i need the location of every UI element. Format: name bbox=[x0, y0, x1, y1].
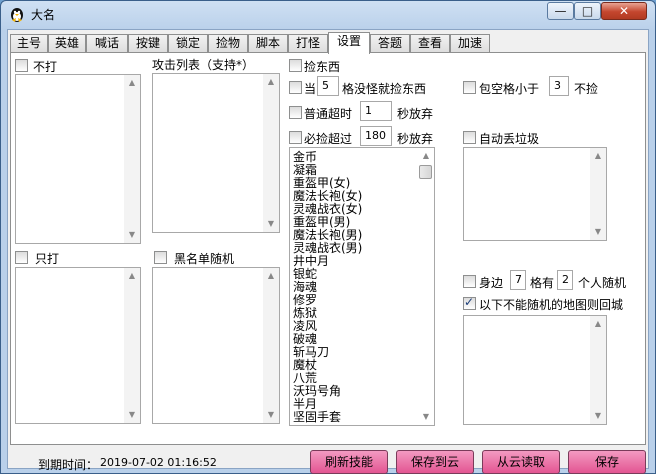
seconds-giveup-label-2: 秒放弃 bbox=[397, 132, 434, 146]
app-window: 大名 — □ ✕ 主号 英雄 喊话 按键 锁定 捡物 脚本 打怪 设置 答题 查… bbox=[0, 0, 656, 474]
no-attack-list[interactable]: ▲ ▼ bbox=[15, 74, 141, 244]
blacklist-random-label: 黑名单随机 bbox=[174, 252, 235, 266]
no-random-map-list[interactable]: ▲ ▼ bbox=[463, 315, 607, 425]
scrollbar[interactable]: ▲ ▼ bbox=[263, 74, 279, 232]
scrollbar[interactable]: ▲ ▼ bbox=[590, 148, 606, 240]
normal-timeout-input[interactable]: 1 bbox=[360, 101, 392, 121]
tab-view[interactable]: 查看 bbox=[410, 34, 450, 53]
must-pick-input[interactable]: 180 bbox=[360, 126, 392, 146]
window-title: 大名 bbox=[31, 8, 56, 22]
scroll-down-icon[interactable]: ▼ bbox=[263, 216, 279, 232]
refresh-skill-button[interactable]: 刷新技能 bbox=[310, 450, 388, 474]
tab-script[interactable]: 脚本 bbox=[248, 34, 288, 53]
expire-value: 2019-07-02 01:16:52 bbox=[100, 456, 217, 469]
grid-has-input[interactable]: 2 bbox=[557, 270, 573, 290]
attack-list-label: 攻击列表（支持*） bbox=[152, 58, 255, 72]
scroll-up-icon[interactable]: ▲ bbox=[263, 268, 279, 284]
scroll-thumb[interactable] bbox=[419, 165, 432, 179]
scrollbar[interactable]: ▲ ▼ bbox=[418, 148, 434, 425]
tab-keys[interactable]: 按键 bbox=[128, 34, 168, 53]
normal-timeout-checkbox[interactable] bbox=[289, 106, 302, 119]
pick-items-checkbox[interactable] bbox=[289, 59, 302, 72]
grid-has-label: 格有 bbox=[530, 276, 555, 290]
tab-fight[interactable]: 打怪 bbox=[288, 34, 328, 53]
tab-shout[interactable]: 喊话 bbox=[86, 34, 128, 53]
tab-speed[interactable]: 加速 bbox=[450, 34, 490, 53]
only-attack-label: 只打 bbox=[35, 252, 60, 266]
scroll-down-icon[interactable]: ▼ bbox=[263, 407, 279, 423]
blacklist-list[interactable]: ▲ ▼ bbox=[152, 267, 280, 424]
tab-pickup[interactable]: 捡物 bbox=[208, 34, 248, 53]
bag-space-input[interactable]: 3 bbox=[549, 76, 569, 96]
pickup-items: 金币 凝霜 重盔甲(女) 魔法长袍(女) 灵魂战衣(女) 重盔甲(男) 魔法长袍… bbox=[290, 148, 434, 424]
maximize-button[interactable]: □ bbox=[574, 2, 601, 20]
scroll-up-icon[interactable]: ▲ bbox=[590, 148, 606, 164]
expire-label: 到期时间： bbox=[38, 458, 99, 472]
tab-lock[interactable]: 锁定 bbox=[168, 34, 208, 53]
scroll-down-icon[interactable]: ▼ bbox=[590, 224, 606, 240]
drop-list[interactable]: ▲ ▼ bbox=[463, 147, 607, 241]
when-grid-input[interactable]: 5 bbox=[317, 76, 339, 96]
penguin-icon bbox=[11, 8, 23, 22]
no-attack-checkbox[interactable] bbox=[15, 59, 28, 72]
auto-drop-checkbox[interactable] bbox=[463, 131, 476, 144]
close-button[interactable]: ✕ bbox=[601, 2, 647, 20]
blacklist-random-checkbox[interactable] bbox=[154, 251, 167, 264]
scroll-down-icon[interactable]: ▼ bbox=[124, 407, 140, 423]
scrollbar[interactable]: ▲ ▼ bbox=[124, 268, 140, 423]
list-item[interactable]: 坚固手套 bbox=[290, 411, 434, 424]
scroll-down-icon[interactable]: ▼ bbox=[418, 409, 434, 425]
when-label: 当 bbox=[304, 82, 317, 96]
tab-settings[interactable]: 设置 bbox=[328, 32, 370, 54]
nearby-checkbox[interactable] bbox=[463, 275, 476, 288]
read-from-cloud-button[interactable]: 从云读取 bbox=[482, 450, 560, 474]
title-bar[interactable]: 大名 — □ ✕ bbox=[1, 1, 655, 27]
must-pick-checkbox[interactable] bbox=[289, 131, 302, 144]
scroll-up-icon[interactable]: ▲ bbox=[124, 75, 140, 91]
only-attack-list[interactable]: ▲ ▼ bbox=[15, 267, 141, 424]
no-monster-label: 格没怪就捡东西 bbox=[342, 82, 427, 96]
no-pick-label: 不捡 bbox=[574, 82, 599, 96]
when-checkbox[interactable] bbox=[289, 81, 302, 94]
tab-main[interactable]: 主号 bbox=[10, 34, 48, 53]
nearby-label: 身边 bbox=[479, 276, 504, 290]
tab-hero[interactable]: 英雄 bbox=[48, 34, 86, 53]
footer-bar: 到期时间： 2019-07-02 01:16:52 刷新技能 保存到云 从云读取… bbox=[8, 445, 648, 474]
auto-drop-label: 自动丢垃圾 bbox=[479, 132, 540, 146]
settings-panel: 不打 ▲ ▼ 攻击列表（支持*） ▲ ▼ 只打 ▲ ▼ 黑名单随机 ▲ ▼ 捡东… bbox=[10, 52, 646, 445]
pick-items-label: 捡东西 bbox=[304, 60, 341, 74]
scroll-up-icon[interactable]: ▲ bbox=[418, 148, 434, 164]
scroll-up-icon[interactable]: ▲ bbox=[263, 74, 279, 90]
scroll-down-icon[interactable]: ▼ bbox=[124, 227, 140, 243]
no-random-return-label: 以下不能随机的地图则回城 bbox=[479, 298, 624, 312]
client-area: 主号 英雄 喊话 按键 锁定 捡物 脚本 打怪 设置 答题 查看 加速 不打 ▲… bbox=[7, 29, 649, 474]
bag-space-label: 包空格小于 bbox=[479, 82, 540, 96]
save-to-cloud-button[interactable]: 保存到云 bbox=[396, 450, 474, 474]
scroll-up-icon[interactable]: ▲ bbox=[124, 268, 140, 284]
scrollbar[interactable]: ▲ ▼ bbox=[263, 268, 279, 423]
save-button[interactable]: 保存 bbox=[568, 450, 646, 474]
must-pick-label: 必捡超过 bbox=[304, 132, 353, 146]
nearby-input[interactable]: 7 bbox=[510, 270, 526, 290]
no-attack-label: 不打 bbox=[33, 60, 58, 74]
seconds-giveup-label: 秒放弃 bbox=[397, 107, 434, 121]
no-random-return-checkbox[interactable] bbox=[463, 295, 476, 310]
people-random-label: 个人随机 bbox=[578, 276, 627, 290]
scrollbar[interactable]: ▲ ▼ bbox=[590, 316, 606, 424]
normal-timeout-label: 普通超时 bbox=[304, 107, 353, 121]
only-attack-checkbox[interactable] bbox=[15, 251, 28, 264]
minimize-button[interactable]: — bbox=[547, 2, 574, 20]
scroll-down-icon[interactable]: ▼ bbox=[590, 408, 606, 424]
pickup-item-list[interactable]: 金币 凝霜 重盔甲(女) 魔法长袍(女) 灵魂战衣(女) 重盔甲(男) 魔法长袍… bbox=[289, 147, 435, 426]
bag-space-checkbox[interactable] bbox=[463, 81, 476, 94]
scroll-up-icon[interactable]: ▲ bbox=[590, 316, 606, 332]
scrollbar[interactable]: ▲ ▼ bbox=[124, 75, 140, 243]
tab-quiz[interactable]: 答题 bbox=[370, 34, 410, 53]
attack-list[interactable]: ▲ ▼ bbox=[152, 73, 280, 233]
